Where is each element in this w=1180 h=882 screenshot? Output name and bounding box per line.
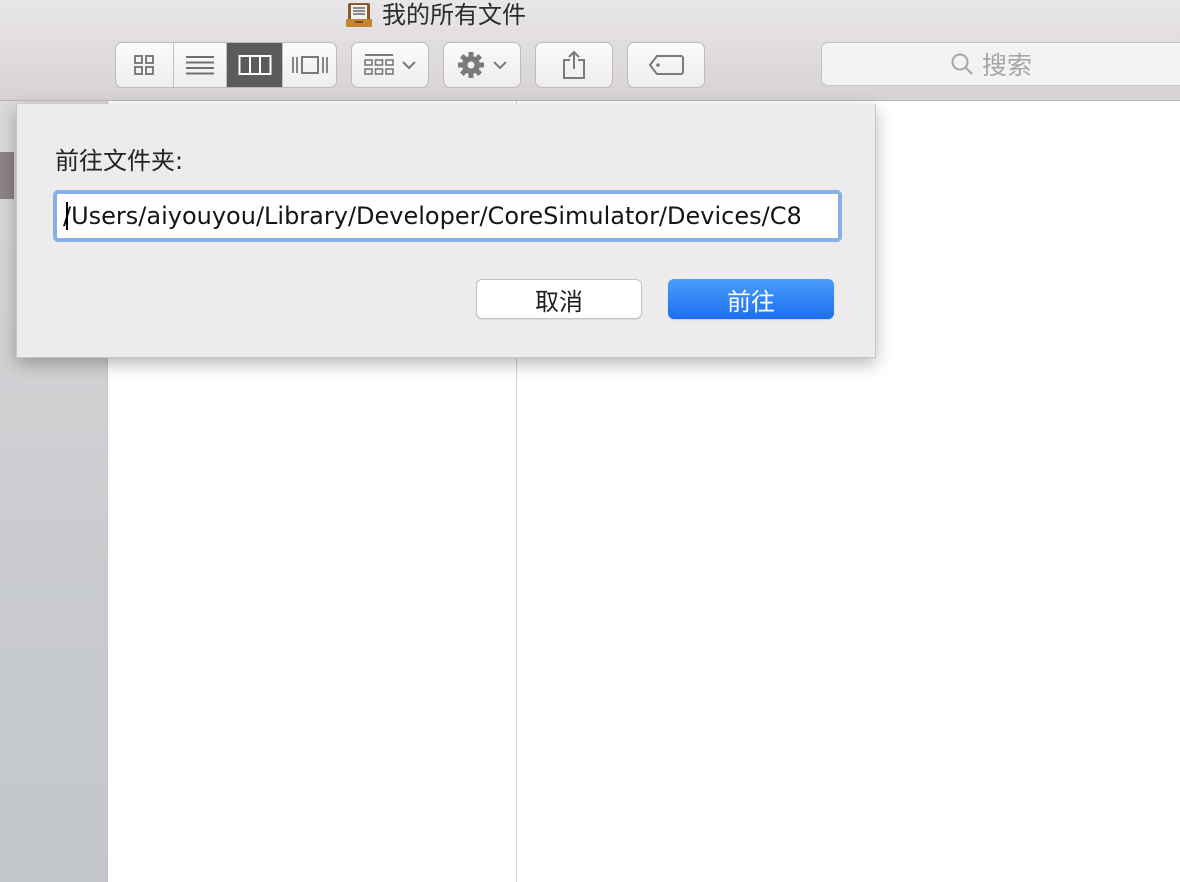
action-button[interactable] <box>443 42 521 88</box>
share-icon <box>563 50 585 79</box>
chevron-down-icon <box>402 61 416 70</box>
search-placeholder-wrap: 搜索 <box>950 43 1032 85</box>
list-view-icon <box>186 56 215 75</box>
chevron-down-icon <box>493 61 507 70</box>
column-view-icon <box>238 55 272 75</box>
column-view-button[interactable] <box>227 43 284 87</box>
list-view-button[interactable] <box>174 43 228 87</box>
cover-flow-icon <box>291 56 328 74</box>
window-title-text: 我的所有文件 <box>382 1 526 29</box>
icon-view-button[interactable] <box>116 43 174 87</box>
go-button[interactable]: 前往 <box>668 279 834 319</box>
icon-view-icon <box>134 55 155 75</box>
path-field[interactable] <box>53 190 842 242</box>
finder-toolbar: 我的所有文件 搜索 <box>0 0 1180 101</box>
drawer-icon <box>346 3 372 27</box>
cancel-button[interactable]: 取消 <box>476 279 642 319</box>
sidebar-selected-item[interactable] <box>0 152 14 199</box>
arrange-icon <box>364 54 394 75</box>
tag-button[interactable] <box>627 42 705 88</box>
window-title: 我的所有文件 <box>344 0 526 30</box>
go-to-folder-dialog: 前往文件夹: 取消 前往 <box>16 104 876 358</box>
gear-icon <box>458 52 484 78</box>
view-mode-segmented-control <box>115 42 337 88</box>
text-caret <box>66 202 68 230</box>
share-button[interactable] <box>535 42 613 88</box>
tag-icon <box>648 55 684 75</box>
path-input[interactable] <box>57 194 838 238</box>
search-icon <box>951 53 973 75</box>
search-field[interactable]: 搜索 <box>821 42 1180 86</box>
cover-flow-button[interactable] <box>283 43 336 87</box>
search-placeholder: 搜索 <box>982 51 1033 80</box>
dialog-label: 前往文件夹: <box>55 147 184 175</box>
arrange-button[interactable] <box>351 42 429 88</box>
